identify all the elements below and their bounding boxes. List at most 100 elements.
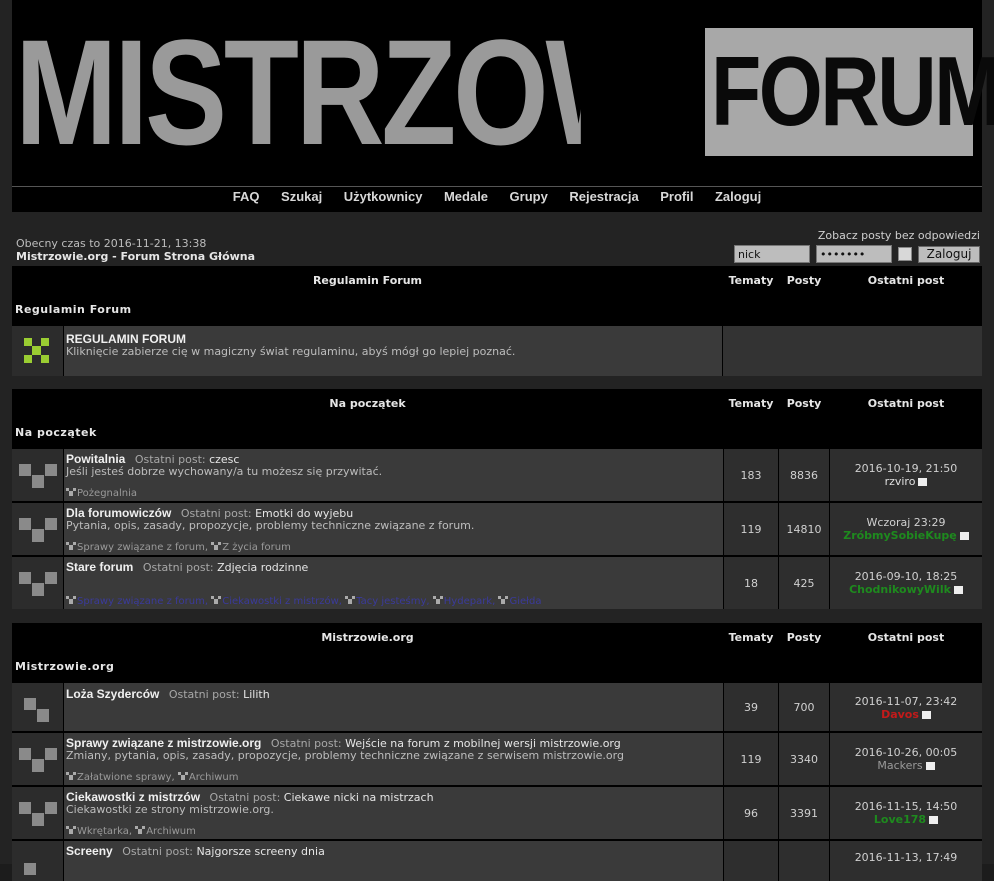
nav-search[interactable]: Szukaj — [281, 187, 322, 207]
subforum-link[interactable]: Z życia forum — [222, 542, 291, 553]
nav-users[interactable]: Użytkownicy — [344, 187, 423, 207]
forum-name[interactable]: Stare forum — [66, 560, 133, 574]
goto-post-icon[interactable] — [918, 478, 928, 486]
goto-post-icon[interactable] — [953, 586, 963, 594]
topics-count: 96 — [724, 787, 779, 839]
lastpost-link[interactable]: Ciekawe nicki na mistrzach — [284, 791, 434, 804]
no-new-posts-icon — [19, 464, 57, 488]
forum-status-icon-cell — [12, 841, 64, 881]
lastpost-link[interactable]: Zdjęcia rodzinne — [217, 561, 308, 574]
col-last: Ostatni post — [867, 274, 945, 287]
last-post-date: 2016-10-26, 00:05 — [854, 746, 958, 759]
last-post-cell: 2016-11-07, 23:42 Davos — [830, 683, 982, 731]
last-post-user[interactable]: ZróbmySobieKupę — [843, 529, 957, 542]
forum-name[interactable]: Screeny — [66, 844, 113, 858]
login-button[interactable]: Zaloguj — [918, 245, 980, 263]
forum-row: Screeny Ostatni post: Najgorsze screeny … — [12, 839, 982, 881]
nav-groups[interactable]: Grupy — [510, 187, 548, 207]
subforum-link[interactable]: Giełda — [509, 596, 541, 607]
nav-profile[interactable]: Profil — [660, 187, 693, 207]
nav-faq[interactable]: FAQ — [233, 187, 260, 207]
last-post-user[interactable]: Love178 — [874, 813, 926, 826]
subforum-link[interactable]: Sprawy związane z forum — [77, 596, 205, 607]
username-input[interactable] — [734, 245, 810, 263]
last-post-user[interactable]: ChodnikowyWilk — [849, 583, 951, 596]
lastpost-link[interactable]: Najgorsze screeny dnia — [196, 845, 324, 858]
last-post-user[interactable]: rzviro — [885, 475, 916, 488]
col-topics: Tematy — [728, 397, 774, 410]
last-post-user[interactable]: Mackers — [877, 759, 922, 772]
forum-desc: Zmiany, pytania, opis, zasady, propozycj… — [66, 749, 624, 762]
lastpost-link[interactable]: Lilith — [243, 688, 270, 701]
subforum-link[interactable]: Archiwum — [146, 826, 196, 837]
category-link[interactable]: Regulamin Forum — [15, 296, 132, 324]
forum-row: Sprawy związane z mistrzowie.org Ostatni… — [12, 731, 982, 785]
subforum-link[interactable]: Archiwum — [189, 772, 239, 783]
breadcrumb[interactable]: Mistrzowie.org - Forum Strona Główna — [16, 250, 255, 264]
category-link[interactable]: Mistrzowie.org — [15, 653, 114, 681]
forum-main: Loża Szyderców Ostatni post: Lilith — [64, 683, 724, 731]
subforum-link[interactable]: Pożegnalnia — [77, 488, 137, 499]
forum-row: Loża Szyderców Ostatni post: Lilith 39 7… — [12, 681, 982, 731]
last-post-date: 2016-11-15, 14:50 — [854, 800, 958, 813]
forum-main: Sprawy związane z mistrzowie.org Ostatni… — [64, 733, 724, 785]
unanswered-link[interactable]: Zobacz posty bez odpowiedzi — [734, 229, 980, 243]
password-input[interactable] — [816, 245, 892, 263]
forum-name[interactable]: Sprawy związane z mistrzowie.org — [66, 736, 261, 750]
forum-name[interactable]: Powitalnia — [66, 452, 125, 466]
nav-login[interactable]: Zaloguj — [715, 187, 761, 207]
subforums: Pożegnalnia — [66, 488, 137, 499]
forum-name[interactable]: Dla forumowiczów — [66, 506, 171, 520]
remember-checkbox[interactable] — [898, 247, 912, 261]
last-post-user[interactable]: Davos — [881, 708, 919, 721]
last-post-cell: 2016-11-15, 14:50 Love178 — [830, 787, 982, 839]
subforum-link[interactable]: Wkrętarka — [77, 826, 129, 837]
goto-post-icon[interactable] — [929, 816, 939, 824]
col-last: Ostatni post — [867, 397, 945, 410]
topics-count: 183 — [724, 449, 779, 501]
category-row: Na początek — [12, 419, 982, 447]
forum-name[interactable]: Loża Szyderców — [66, 687, 159, 701]
subforum-icon — [345, 596, 356, 604]
subforum-link[interactable]: Tacy jesteśmy — [356, 596, 426, 607]
col-posts: Posty — [786, 274, 822, 287]
nav-register[interactable]: Rejestracja — [569, 187, 638, 207]
lastpost-label: Ostatni post: — [122, 845, 193, 858]
subforum-link[interactable]: Załatwione sprawy — [77, 772, 172, 783]
goto-post-icon[interactable] — [925, 762, 935, 770]
logo-forum-box: FORUM — [705, 28, 994, 156]
topics-count: 39 — [724, 683, 779, 731]
subforum-link[interactable]: Ciekawostki z mistrzów — [222, 596, 339, 607]
subforum-icon — [432, 596, 443, 604]
table-header: Na początek Tematy Posty Ostatni post — [12, 389, 982, 419]
col-topics: Tematy — [728, 631, 774, 644]
forum-name[interactable]: Ciekawostki z mistrzów — [66, 790, 200, 804]
category-row: Regulamin Forum — [12, 296, 982, 324]
goto-post-icon[interactable] — [959, 532, 969, 540]
section-title: Mistrzowie.org — [321, 631, 414, 644]
forum-table-rules: Regulamin Forum Tematy Posty Ostatni pos… — [12, 266, 982, 376]
posts-count: 700 — [779, 683, 830, 731]
last-post-date: 2016-09-10, 18:25 — [854, 570, 958, 583]
col-posts: Posty — [786, 631, 822, 644]
forum-row: Ciekawostki z mistrzów Ostatni post: Cie… — [12, 785, 982, 839]
topics-count: 119 — [724, 503, 779, 555]
last-post-date: Wczoraj 23:29 — [866, 516, 946, 529]
goto-post-icon[interactable] — [921, 711, 931, 719]
last-post-cell: 2016-10-26, 00:05 Mackers — [830, 733, 982, 785]
last-post-date: 2016-11-13, 17:49 — [854, 851, 958, 864]
subforum-link[interactable]: Hydepark — [444, 596, 492, 607]
subforum-link[interactable]: Sprawy związane z forum — [77, 542, 205, 553]
forum-name[interactable]: REGULAMIN FORUM — [66, 332, 186, 346]
forum-desc: Jeśli jesteś dobrze wychowany/a tu możes… — [66, 465, 383, 478]
forum-status-icon-cell — [12, 449, 64, 501]
category-row: Mistrzowie.org — [12, 653, 982, 681]
col-posts: Posty — [786, 397, 822, 410]
category-link[interactable]: Na początek — [15, 419, 97, 447]
logo-forum-text: FORUM — [711, 36, 994, 146]
forum-row: Powitalnia Ostatni post: czesc Jeśli jes… — [12, 447, 982, 501]
posts-count: 3391 — [779, 787, 830, 839]
forum-status-icon-cell — [12, 326, 64, 376]
subforum-icon — [135, 826, 146, 834]
nav-medals[interactable]: Medale — [444, 187, 488, 207]
